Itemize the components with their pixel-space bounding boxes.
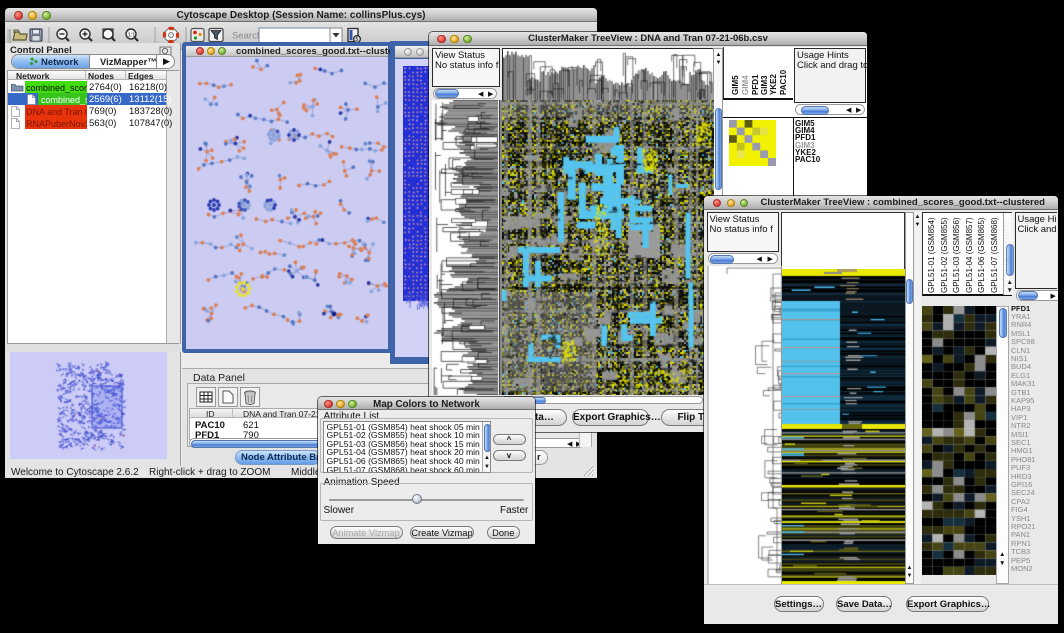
svg-text:1:1: 1:1 [128,33,136,39]
